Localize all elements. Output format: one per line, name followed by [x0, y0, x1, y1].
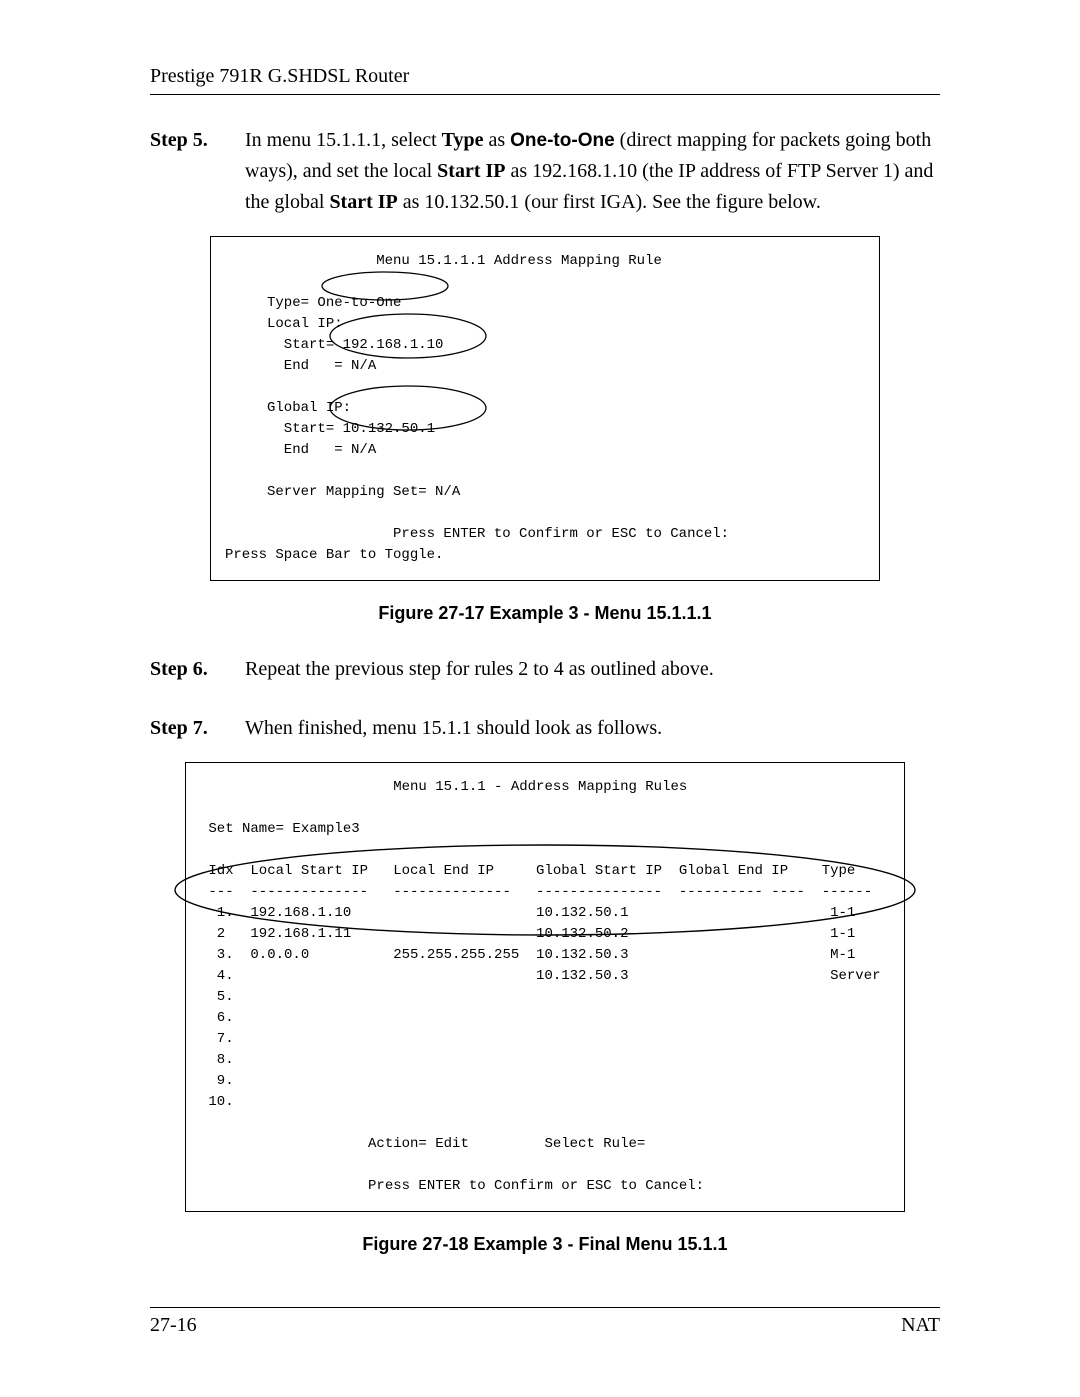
- figure-27-18: Menu 15.1.1 - Address Mapping Rules Set …: [185, 762, 905, 1212]
- text-sans-bold: One-to-One: [510, 130, 615, 151]
- footer-page-number: 27-16: [150, 1314, 197, 1337]
- text-bold: Type: [442, 129, 484, 151]
- footer-section: NAT: [901, 1314, 940, 1337]
- term2-row-7: 7.: [200, 1031, 234, 1047]
- term2-sep: --- -------------- -------------- ------…: [200, 884, 872, 900]
- step-5-label: Step 5.: [150, 125, 245, 156]
- term1-type-rhs: = One-to-One: [301, 295, 402, 311]
- term2-row-3: 3. 0.0.0.0 255.255.255.255 10.132.50.3 M…: [200, 947, 855, 963]
- text-bold: Start IP: [437, 160, 505, 182]
- term1-confirm: Press ENTER to Confirm or ESC to Cancel:: [225, 526, 729, 542]
- terminal-box-1: Menu 15.1.1.1 Address Mapping Rule Type=…: [210, 236, 880, 581]
- step-5-body: In menu 15.1.1.1, select Type as One-to-…: [245, 125, 940, 218]
- term2-confirm: Press ENTER to Confirm or ESC to Cancel:: [200, 1178, 704, 1194]
- text-bold: Start IP: [329, 191, 397, 213]
- step-6-body: Repeat the previous step for rules 2 to …: [245, 654, 940, 685]
- step-7: Step 7. When finished, menu 15.1.1 shoul…: [150, 713, 940, 744]
- term2-setname: Set Name= Example3: [200, 821, 360, 837]
- terminal-box-2: Menu 15.1.1 - Address Mapping Rules Set …: [185, 762, 905, 1212]
- term2-row-1: 1. 192.168.1.10 10.132.50.1 1-1: [200, 905, 855, 921]
- page-header: Prestige 791R G.SHDSL Router: [150, 65, 940, 95]
- term1-global-hdr: Global IP:: [225, 400, 351, 416]
- step-7-label: Step 7.: [150, 713, 245, 744]
- term1-server: Server Mapping Set= N/A: [225, 484, 460, 500]
- figure-27-17: Menu 15.1.1.1 Address Mapping Rule Type=…: [210, 236, 880, 581]
- term2-row-8: 8.: [200, 1052, 234, 1068]
- text: as: [483, 129, 510, 151]
- figure-27-18-caption: Figure 27-18 Example 3 - Final Menu 15.1…: [150, 1234, 940, 1255]
- term2-row-5: 5.: [200, 989, 234, 1005]
- term2-row-4: 4. 10.132.50.3 Server: [200, 968, 881, 984]
- term2-row-6: 6.: [200, 1010, 234, 1026]
- step-6-label: Step 6.: [150, 654, 245, 685]
- text: In menu 15.1.1.1, select: [245, 129, 442, 151]
- text: as 10.132.50.1 (our first IGA). See the …: [398, 191, 821, 213]
- term1-local-start-l: Start=: [225, 337, 334, 353]
- term2-row-10: 10.: [200, 1094, 234, 1110]
- content: Step 5. In menu 15.1.1.1, select Type as…: [150, 125, 940, 1255]
- term2-row-2: 2 192.168.1.11 10.132.50.2 1-1: [200, 926, 855, 942]
- step-6: Step 6. Repeat the previous step for rul…: [150, 654, 940, 685]
- term1-title: Menu 15.1.1.1 Address Mapping Rule: [225, 253, 662, 269]
- term1-local-start-r: 192.168.1.10: [334, 337, 443, 353]
- term2-header-row: Idx Local Start IP Local End IP Global S…: [200, 863, 855, 879]
- term1-local-hdr: Local IP:: [225, 316, 343, 332]
- term1-global-end: End = N/A: [225, 442, 376, 458]
- page-footer: 27-16 NAT: [150, 1307, 940, 1337]
- term1-local-end: End = N/A: [225, 358, 376, 374]
- step-7-body: When finished, menu 15.1.1 should look a…: [245, 713, 940, 744]
- term2-title: Menu 15.1.1 - Address Mapping Rules: [200, 779, 687, 795]
- figure-27-17-caption: Figure 27-17 Example 3 - Menu 15.1.1.1: [150, 603, 940, 624]
- term1-toggle: Press Space Bar to Toggle.: [225, 547, 443, 563]
- term1-type-lhs: Type: [225, 295, 301, 311]
- term1-global-start-l: Start=: [225, 421, 334, 437]
- term2-row-9: 9.: [200, 1073, 234, 1089]
- step-5: Step 5. In menu 15.1.1.1, select Type as…: [150, 125, 940, 218]
- term2-action: Action= Edit Select Rule=: [200, 1136, 645, 1152]
- term1-global-start-r: 10.132.50.1: [334, 421, 435, 437]
- page: Prestige 791R G.SHDSL Router Step 5. In …: [0, 0, 1080, 1397]
